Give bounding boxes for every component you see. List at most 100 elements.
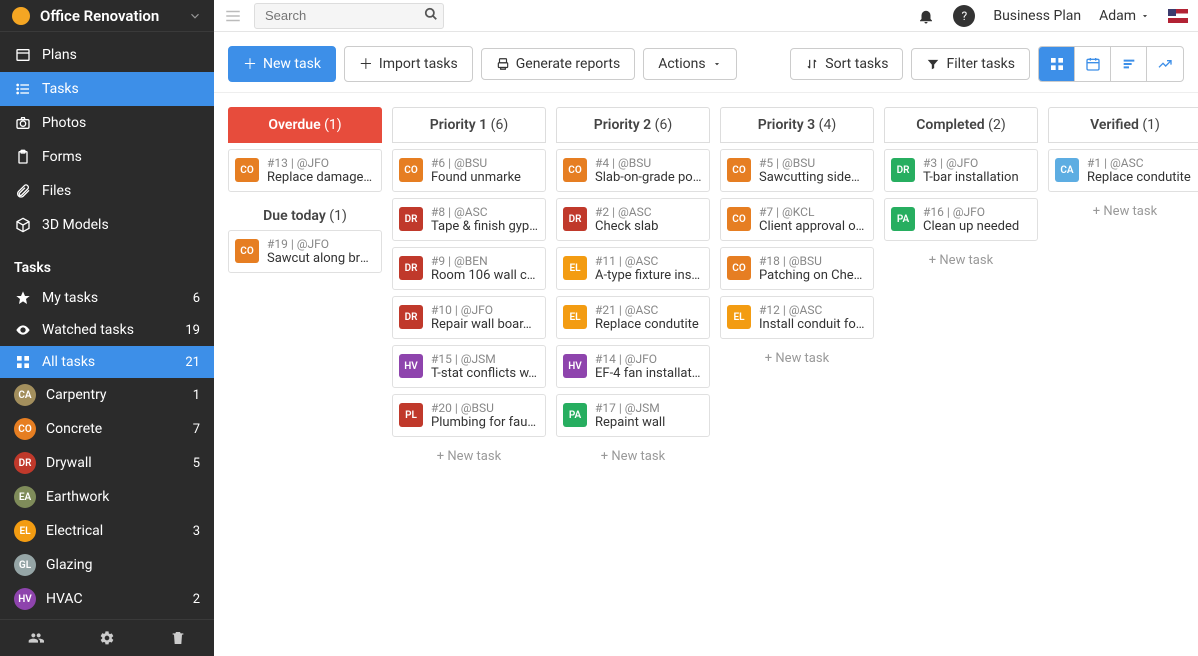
- nav-3d-models[interactable]: 3D Models: [0, 208, 214, 242]
- trash-icon[interactable]: [170, 630, 186, 646]
- card-badge: EL: [727, 305, 751, 329]
- category-badge: CO: [14, 418, 36, 440]
- card-meta: #16 | @JFO: [923, 205, 1031, 219]
- filter-tasks-button[interactable]: Filter tasks: [911, 48, 1030, 80]
- task-card[interactable]: CO#4 | @BSUSlab-on-grade po…: [556, 149, 710, 192]
- toolbar: ＋New task ＋Import tasks Generate reports…: [214, 32, 1198, 93]
- task-card[interactable]: PL#20 | @BSUPlumbing for fau…: [392, 394, 546, 437]
- task-card[interactable]: EL#21 | @ASCReplace condutite: [556, 296, 710, 339]
- task-card[interactable]: EL#12 | @ASCInstall conduit fo…: [720, 296, 874, 339]
- task-card[interactable]: DR#3 | @JFOT-bar installation: [884, 149, 1038, 192]
- category-label: Concrete: [46, 421, 102, 437]
- task-view-all-tasks[interactable]: All tasks21: [0, 346, 214, 378]
- category-carpentry[interactable]: CACarpentry1: [0, 378, 214, 412]
- tasks-icon: [14, 80, 32, 98]
- category-badge: EA: [14, 486, 36, 508]
- board-view-icon[interactable]: [1039, 47, 1075, 81]
- plan-link[interactable]: Business Plan: [993, 8, 1081, 24]
- card-badge: DR: [563, 207, 587, 231]
- column-header: Priority 1 (6): [392, 107, 546, 143]
- task-card[interactable]: EL#11 | @ASCA-type fixture ins…: [556, 247, 710, 290]
- nav-tasks[interactable]: Tasks: [0, 72, 214, 106]
- nav-forms[interactable]: Forms: [0, 140, 214, 174]
- search-input[interactable]: [254, 3, 444, 29]
- nav-photos[interactable]: Photos: [0, 106, 214, 140]
- card-title: Replace condutite: [1087, 170, 1195, 185]
- category-hvac[interactable]: HVHVAC2: [0, 582, 214, 616]
- add-task-button[interactable]: + New task: [392, 443, 546, 470]
- card-meta: #2 | @ASC: [595, 205, 703, 219]
- task-card[interactable]: PA#17 | @JSMRepaint wall: [556, 394, 710, 437]
- category-count: 3: [193, 524, 200, 539]
- help-icon[interactable]: ?: [953, 5, 975, 27]
- card-meta: #10 | @JFO: [431, 303, 539, 317]
- task-view-my-tasks[interactable]: My tasks6: [0, 282, 214, 314]
- task-card[interactable]: CO#19 | @JFOSawcut along bre…: [228, 230, 382, 273]
- search-icon[interactable]: [424, 7, 438, 21]
- tasks-section-label: Tasks: [0, 248, 214, 282]
- card-meta: #9 | @BEN: [431, 254, 539, 268]
- actions-dropdown[interactable]: Actions: [643, 48, 736, 80]
- column-priority-3: Priority 3 (4)CO#5 | @BSUSawcutting side…: [720, 107, 874, 642]
- category-label: Earthwork: [46, 489, 109, 505]
- flag-icon[interactable]: [1168, 9, 1188, 23]
- task-card[interactable]: HV#15 | @JSMT-stat conflicts w…: [392, 345, 546, 388]
- bell-icon[interactable]: [917, 7, 935, 25]
- chart-view-icon[interactable]: [1147, 47, 1183, 81]
- card-title: EF-4 fan installat…: [595, 366, 703, 381]
- category-concrete[interactable]: COConcrete7: [0, 412, 214, 446]
- nav-files[interactable]: Files: [0, 174, 214, 208]
- settings-icon[interactable]: [99, 630, 115, 646]
- task-card[interactable]: HV#14 | @JFOEF-4 fan installat…: [556, 345, 710, 388]
- task-card[interactable]: CA#1 | @ASCReplace condutite: [1048, 149, 1198, 192]
- list-view-icon[interactable]: [1111, 47, 1147, 81]
- user-menu[interactable]: Adam: [1099, 8, 1150, 24]
- members-icon[interactable]: [28, 630, 44, 646]
- task-card[interactable]: DR#10 | @JFORepair wall boar…: [392, 296, 546, 339]
- nav-label: 3D Models: [42, 217, 109, 233]
- task-card[interactable]: CO#6 | @BSUFound unmarke: [392, 149, 546, 192]
- card-badge: EL: [563, 305, 587, 329]
- nav-plans[interactable]: Plans: [0, 38, 214, 72]
- add-task-button[interactable]: + New task: [1048, 198, 1198, 225]
- task-card[interactable]: DR#9 | @BENRoom 106 wall c…: [392, 247, 546, 290]
- calendar-view-icon[interactable]: [1075, 47, 1111, 81]
- sidebar-header[interactable]: Office Renovation: [0, 0, 214, 32]
- project-title: Office Renovation: [40, 7, 188, 25]
- category-glazing[interactable]: GLGlazing: [0, 548, 214, 582]
- task-card[interactable]: CO#5 | @BSUSawcutting side…: [720, 149, 874, 192]
- menu-icon[interactable]: [224, 7, 242, 25]
- import-tasks-button[interactable]: ＋Import tasks: [344, 46, 473, 82]
- task-card[interactable]: CO#13 | @JFOReplace damage…: [228, 149, 382, 192]
- nav-label: Tasks: [42, 81, 79, 97]
- category-earthwork[interactable]: EA Earthwork: [0, 480, 214, 514]
- column-verified: Verified (1)CA#1 | @ASCReplace condutite…: [1048, 107, 1198, 642]
- add-task-button[interactable]: + New task: [556, 443, 710, 470]
- task-card[interactable]: PA#16 | @JFOClean up needed: [884, 198, 1038, 241]
- logo-icon: [12, 7, 30, 25]
- plan-icon: [14, 46, 32, 64]
- add-task-button[interactable]: + New task: [720, 345, 874, 372]
- card-badge: CO: [235, 158, 259, 182]
- card-badge: DR: [891, 158, 915, 182]
- card-meta: #4 | @BSU: [595, 156, 703, 170]
- category-electrical[interactable]: ELElectrical3: [0, 514, 214, 548]
- card-title: T-bar installation: [923, 170, 1031, 185]
- card-meta: #12 | @ASC: [759, 303, 867, 317]
- add-task-button[interactable]: + New task: [884, 247, 1038, 274]
- sort-tasks-button[interactable]: Sort tasks: [790, 48, 903, 80]
- generate-reports-button[interactable]: Generate reports: [481, 48, 635, 80]
- card-title: Patching on Ches…: [759, 268, 867, 283]
- chevron-down-icon[interactable]: [188, 9, 202, 23]
- task-card[interactable]: DR#8 | @ASCTape & finish gyp …: [392, 198, 546, 241]
- task-card[interactable]: CO#18 | @BSUPatching on Ches…: [720, 247, 874, 290]
- new-task-button[interactable]: ＋New task: [228, 46, 336, 82]
- card-title: Plumbing for fau…: [431, 415, 539, 430]
- sidebar: Office Renovation Plans Tasks PhotosFormsF…: [0, 0, 214, 656]
- task-view-watched-tasks[interactable]: Watched tasks19: [0, 314, 214, 346]
- column-header: Completed (2): [884, 107, 1038, 143]
- task-card[interactable]: CO#7 | @KCLClient approval o…: [720, 198, 874, 241]
- paperclip-icon: [14, 182, 32, 200]
- category-drywall[interactable]: DRDrywall5: [0, 446, 214, 480]
- task-card[interactable]: DR#2 | @ASCCheck slab: [556, 198, 710, 241]
